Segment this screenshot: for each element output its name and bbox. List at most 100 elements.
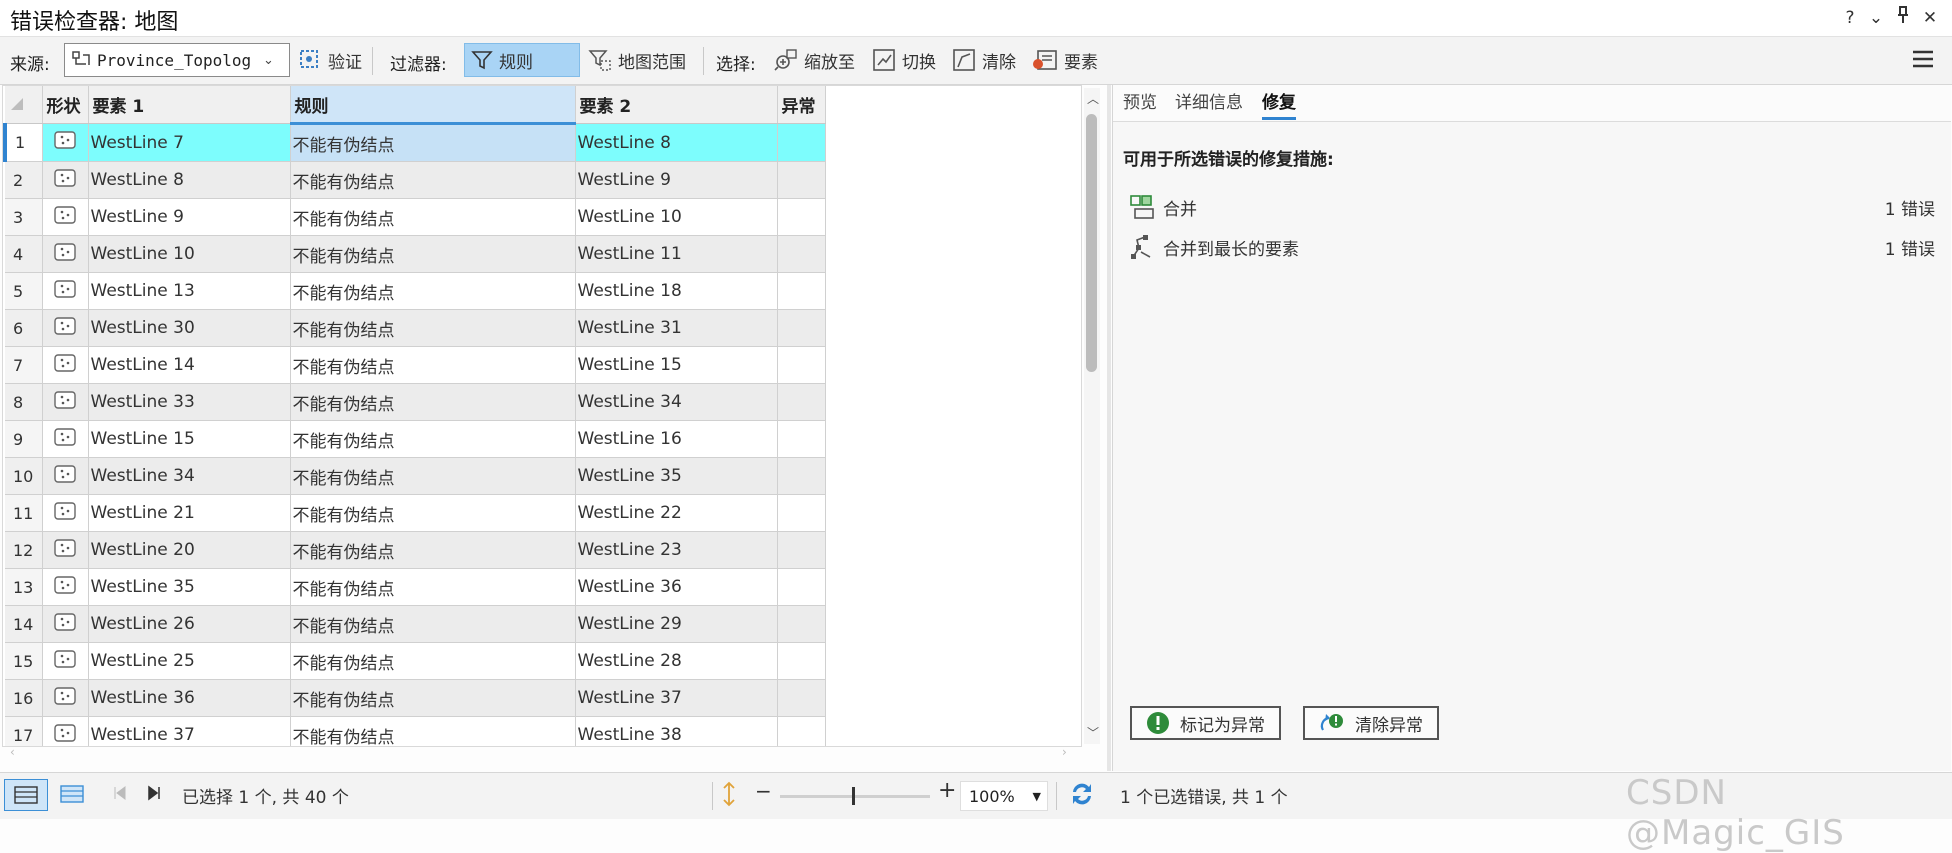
feature1-cell[interactable]: WestLine 34 — [88, 457, 291, 495]
rule-cell[interactable]: 不能有伪结点 — [290, 309, 576, 347]
row-number[interactable]: 2 — [5, 161, 43, 199]
shape-cell[interactable] — [42, 383, 89, 421]
column-header-feature2[interactable]: 要素 2 — [575, 86, 778, 124]
rule-cell[interactable]: 不能有伪结点 — [290, 272, 576, 310]
table-row[interactable]: 6 WestLine 30 不能有伪结点 WestLine 31 — [5, 309, 826, 347]
row-number[interactable]: 4 — [5, 235, 43, 273]
rule-filter-button[interactable]: 规则 — [464, 43, 580, 77]
exception-cell[interactable] — [777, 605, 826, 643]
exception-cell[interactable] — [777, 383, 826, 421]
row-number[interactable]: 6 — [5, 309, 43, 347]
rule-cell[interactable]: 不能有伪结点 — [290, 531, 576, 569]
shape-cell[interactable] — [42, 642, 89, 680]
zoom-slider-thumb[interactable] — [852, 787, 855, 805]
row-number[interactable]: 14 — [5, 605, 43, 643]
features-button[interactable]: 要素 — [1026, 43, 1104, 77]
feature2-cell[interactable]: WestLine 38 — [575, 716, 778, 746]
shape-cell[interactable] — [42, 679, 89, 717]
mark-as-exception-button[interactable]: 标记为异常 — [1130, 706, 1281, 740]
table-row[interactable]: 9 WestLine 15 不能有伪结点 WestLine 16 — [5, 420, 826, 458]
row-number[interactable]: 12 — [5, 531, 43, 569]
rule-cell[interactable]: 不能有伪结点 — [290, 568, 576, 606]
zoom-slider-track[interactable] — [780, 795, 930, 798]
rule-cell[interactable]: 不能有伪结点 — [290, 123, 576, 162]
table-row[interactable]: 2 WestLine 8 不能有伪结点 WestLine 9 — [5, 161, 826, 199]
rule-cell[interactable]: 不能有伪结点 — [290, 161, 576, 199]
rule-cell[interactable]: 不能有伪结点 — [290, 198, 576, 236]
zoom-to-button[interactable]: 缩放至 — [768, 43, 861, 77]
row-number[interactable]: 15 — [5, 642, 43, 680]
column-header-rule[interactable]: 规则 — [290, 86, 576, 125]
row-number[interactable]: 1 — [3, 123, 43, 162]
column-header-shape[interactable]: 形状 — [42, 86, 89, 124]
feature2-cell[interactable]: WestLine 18 — [575, 272, 778, 310]
feature1-cell[interactable]: WestLine 36 — [88, 679, 291, 717]
exception-cell[interactable] — [777, 457, 826, 495]
exception-cell[interactable] — [777, 679, 826, 717]
switch-button[interactable]: 切换 — [866, 43, 942, 77]
shape-cell[interactable] — [42, 346, 89, 384]
exception-cell[interactable] — [777, 494, 826, 532]
rule-cell[interactable]: 不能有伪结点 — [290, 383, 576, 421]
scroll-down-icon[interactable]: ﹀ — [1087, 724, 1099, 741]
shape-cell[interactable] — [42, 309, 89, 347]
row-number[interactable]: 5 — [5, 272, 43, 310]
fix-merge-to-longest[interactable]: 合并到最长的要素 1 错误 — [1129, 229, 1935, 265]
exception-cell[interactable] — [777, 272, 826, 310]
shape-cell[interactable] — [42, 716, 89, 746]
row-number[interactable]: 7 — [5, 346, 43, 384]
tab-fix[interactable]: 修复 — [1262, 88, 1296, 120]
row-number[interactable]: 9 — [5, 420, 43, 458]
exception-cell[interactable] — [777, 309, 826, 347]
exception-cell[interactable] — [777, 161, 826, 199]
help-button[interactable]: ? — [1838, 6, 1862, 30]
row-number[interactable]: 17 — [5, 716, 43, 746]
rule-cell[interactable]: 不能有伪结点 — [290, 716, 576, 746]
zoom-out-button[interactable]: − — [755, 779, 772, 803]
feature2-cell[interactable]: WestLine 31 — [575, 309, 778, 347]
select-all-corner[interactable] — [5, 86, 43, 124]
table-row[interactable]: 1 WestLine 7 不能有伪结点 WestLine 8 — [3, 123, 826, 162]
table-row[interactable]: 10 WestLine 34 不能有伪结点 WestLine 35 — [5, 457, 826, 495]
feature1-cell[interactable]: WestLine 35 — [88, 568, 291, 606]
shape-cell[interactable] — [42, 494, 89, 532]
vertical-scroll-thumb[interactable] — [1086, 114, 1097, 372]
feature1-cell[interactable]: WestLine 8 — [88, 161, 291, 199]
table-row[interactable]: 17 WestLine 37 不能有伪结点 WestLine 38 — [5, 716, 826, 746]
rule-cell[interactable]: 不能有伪结点 — [290, 605, 576, 643]
tab-details[interactable]: 详细信息 — [1175, 88, 1243, 117]
row-number[interactable]: 3 — [5, 198, 43, 236]
zoom-in-button[interactable]: + — [938, 778, 956, 803]
table-row[interactable]: 13 WestLine 35 不能有伪结点 WestLine 36 — [5, 568, 826, 606]
zoom-level-select[interactable]: 100% ▼ — [960, 781, 1048, 811]
exception-cell[interactable] — [777, 642, 826, 680]
feature1-cell[interactable]: WestLine 13 — [88, 272, 291, 310]
shape-cell[interactable] — [42, 123, 89, 162]
feature2-cell[interactable]: WestLine 15 — [575, 346, 778, 384]
fix-merge[interactable]: 合并 1 错误 — [1129, 189, 1935, 225]
first-page-icon[interactable] — [112, 785, 128, 806]
feature2-cell[interactable]: WestLine 34 — [575, 383, 778, 421]
exception-cell[interactable] — [777, 531, 826, 569]
shape-cell[interactable] — [42, 605, 89, 643]
feature2-cell[interactable]: WestLine 22 — [575, 494, 778, 532]
shape-cell[interactable] — [42, 568, 89, 606]
fit-rows-icon[interactable] — [720, 781, 738, 812]
row-number[interactable]: 16 — [5, 679, 43, 717]
feature1-cell[interactable]: WestLine 10 — [88, 235, 291, 273]
row-number[interactable]: 13 — [5, 568, 43, 606]
clear-selection-button[interactable]: 清除 — [946, 43, 1022, 77]
collapse-button[interactable]: ⌄ — [1864, 6, 1888, 30]
rule-cell[interactable]: 不能有伪结点 — [290, 457, 576, 495]
column-header-feature1[interactable]: 要素 1 — [88, 86, 291, 124]
feature1-cell[interactable]: WestLine 20 — [88, 531, 291, 569]
feature1-cell[interactable]: WestLine 14 — [88, 346, 291, 384]
shape-cell[interactable] — [42, 272, 89, 310]
feature1-cell[interactable]: WestLine 25 — [88, 642, 291, 680]
feature1-cell[interactable]: WestLine 21 — [88, 494, 291, 532]
rule-cell[interactable]: 不能有伪结点 — [290, 346, 576, 384]
table-row[interactable]: 7 WestLine 14 不能有伪结点 WestLine 15 — [5, 346, 826, 384]
rule-cell[interactable]: 不能有伪结点 — [290, 642, 576, 680]
source-select[interactable]: Province_Topolog ⌄ — [64, 43, 290, 77]
feature2-cell[interactable]: WestLine 23 — [575, 531, 778, 569]
